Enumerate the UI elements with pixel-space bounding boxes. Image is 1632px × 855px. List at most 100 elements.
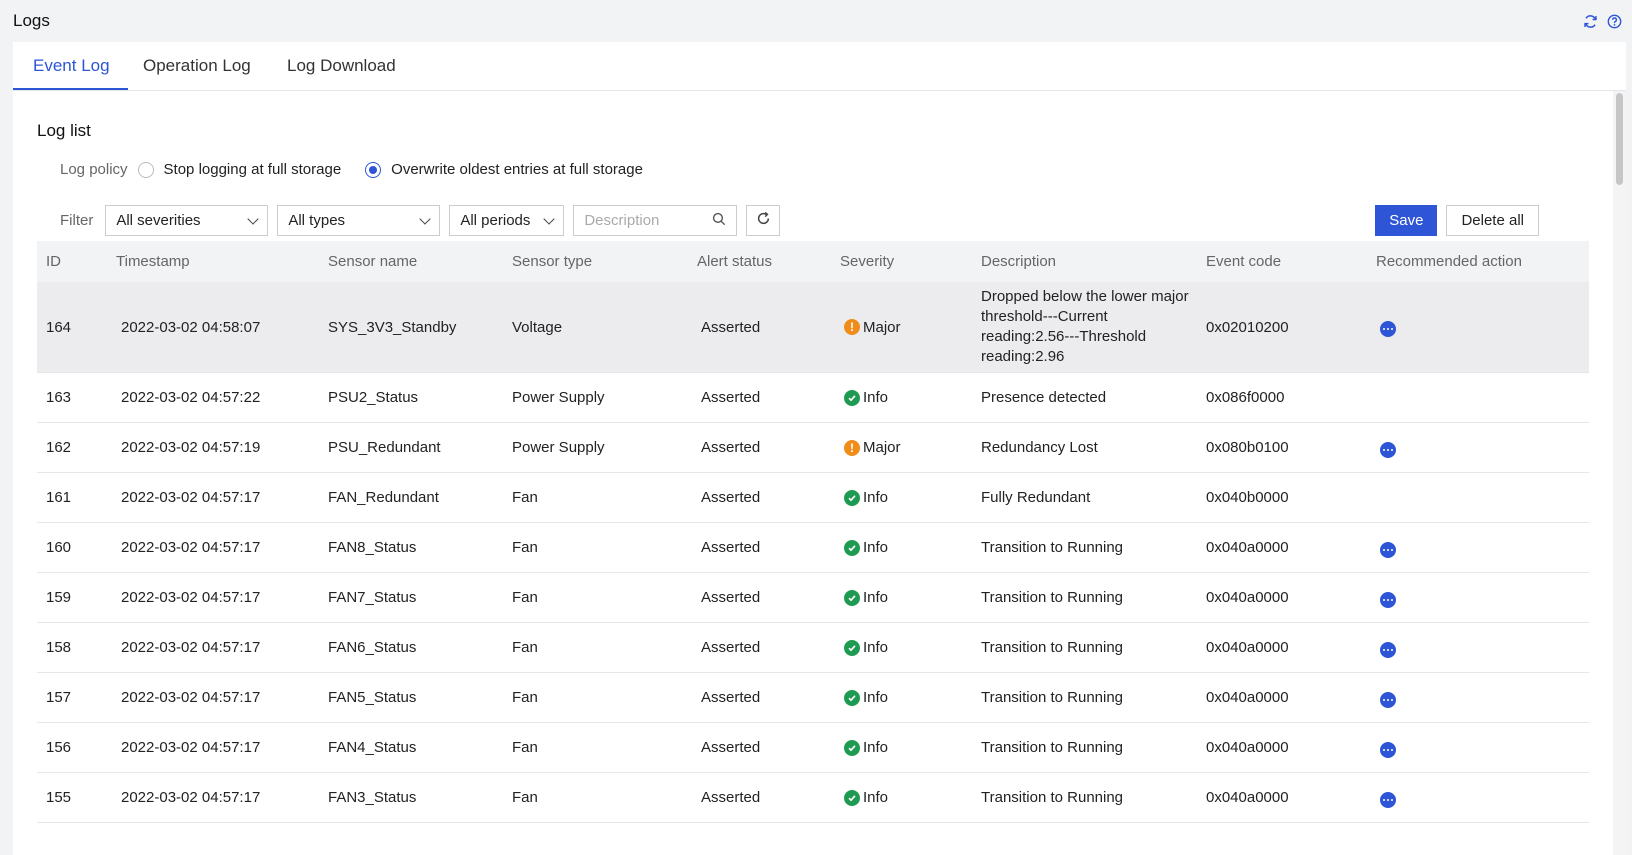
header-sensor-type: Sensor type bbox=[512, 253, 593, 270]
warning-icon: ! bbox=[844, 319, 860, 335]
severity-label: Info bbox=[863, 639, 889, 656]
cell-id: 159 bbox=[46, 589, 72, 606]
chevron-down-icon bbox=[247, 212, 260, 225]
delete-all-button[interactable]: Delete all bbox=[1446, 205, 1539, 236]
cell-id: 157 bbox=[46, 689, 72, 706]
check-circle-icon bbox=[844, 489, 860, 506]
cell-sensor-type: Fan bbox=[512, 739, 538, 756]
table-row[interactable]: 160 2022-03-02 04:57:17 FAN8_Status Fan Asse… bbox=[37, 523, 1589, 573]
help-icon[interactable] bbox=[1606, 13, 1622, 29]
check-circle-icon bbox=[844, 589, 860, 606]
more-icon[interactable] bbox=[1380, 641, 1396, 658]
severity-label: Info bbox=[863, 589, 889, 606]
check-circle-icon bbox=[844, 789, 860, 806]
table-row[interactable]: 158 2022-03-02 04:57:17 FAN6_Status Fan Asse… bbox=[37, 623, 1589, 673]
cell-alert-status: Asserted bbox=[701, 739, 761, 756]
severity-label: Info bbox=[863, 689, 889, 706]
scrollbar-thumb[interactable] bbox=[1616, 93, 1623, 185]
save-button[interactable]: Save bbox=[1375, 205, 1438, 236]
cell-severity: Info bbox=[831, 689, 972, 706]
cell-recommended-action bbox=[1367, 538, 1587, 558]
more-icon[interactable] bbox=[1380, 441, 1396, 458]
cell-alert-status: Asserted bbox=[701, 789, 761, 806]
severity-select[interactable]: All severities bbox=[105, 205, 269, 236]
cell-sensor-name: FAN4_Status bbox=[328, 739, 417, 756]
cell-id: 160 bbox=[46, 539, 72, 556]
cell-severity: Info bbox=[831, 789, 972, 806]
cell-sensor-name: SYS_3V3_Standby bbox=[328, 318, 457, 336]
cell-description: Redundancy Lost bbox=[981, 438, 1098, 456]
cell-description: Transition to Running bbox=[981, 738, 1124, 756]
tab-event-log[interactable]: Event Log bbox=[33, 56, 110, 91]
actions: Save Delete all bbox=[1375, 205, 1539, 236]
cell-sensor-name: FAN5_Status bbox=[328, 689, 417, 706]
table-row[interactable]: 163 2022-03-02 04:57:22 PSU2_Status Power S… bbox=[37, 373, 1589, 423]
tab-operation-log[interactable]: Operation Log bbox=[143, 56, 251, 91]
more-icon[interactable] bbox=[1380, 741, 1396, 758]
cell-sensor-type: Fan bbox=[512, 539, 538, 556]
type-select[interactable]: All types bbox=[277, 205, 441, 236]
table-row[interactable]: 155 2022-03-02 04:57:17 FAN3_Status Fan Asse… bbox=[37, 773, 1589, 823]
more-icon[interactable] bbox=[1380, 691, 1396, 708]
warning-icon: ! bbox=[844, 439, 860, 456]
table-row[interactable]: 156 2022-03-02 04:57:17 FAN4_Status Fan Asse… bbox=[37, 723, 1589, 773]
more-icon[interactable] bbox=[1380, 791, 1396, 808]
cell-sensor-type: Voltage bbox=[512, 318, 563, 336]
cell-severity: Info bbox=[831, 389, 972, 406]
log-policy-label: Log policy bbox=[60, 161, 128, 178]
cell-event-code: 0x086f0000 bbox=[1206, 389, 1285, 406]
check-circle-icon bbox=[844, 739, 860, 756]
radio-overwrite-oldest-label[interactable]: Overwrite oldest entries at full storage bbox=[391, 161, 643, 178]
cell-alert-status: Asserted bbox=[701, 318, 761, 336]
refresh-icon bbox=[756, 211, 771, 230]
cell-id: 161 bbox=[46, 489, 72, 506]
check-circle-icon bbox=[844, 689, 860, 706]
radio-overwrite-oldest[interactable] bbox=[365, 161, 382, 178]
cell-sensor-type: Fan bbox=[512, 639, 538, 656]
cell-sensor-type: Power Supply bbox=[512, 439, 605, 456]
header-severity: Severity bbox=[840, 253, 895, 270]
table-row[interactable]: 161 2022-03-02 04:57:17 FAN_Redundant Fan As… bbox=[37, 473, 1589, 523]
cell-sensor-name: PSU2_Status bbox=[328, 389, 419, 406]
cell-severity: ! Major bbox=[831, 319, 972, 336]
log-table: ID Timestamp Sensor name Sensor type Ale… bbox=[37, 241, 1589, 823]
radio-stop-logging[interactable] bbox=[137, 161, 154, 178]
search-input[interactable] bbox=[584, 212, 703, 229]
severity-label: Major bbox=[863, 318, 901, 336]
more-icon[interactable] bbox=[1380, 321, 1396, 337]
search-icon[interactable] bbox=[712, 212, 726, 230]
cell-sensor-type: Fan bbox=[512, 689, 538, 706]
table-row[interactable]: 162 2022-03-02 04:57:19 PSU_Redundant Power… bbox=[37, 423, 1589, 473]
cell-sensor-name: FAN6_Status bbox=[328, 639, 417, 656]
period-select[interactable]: All periods bbox=[449, 205, 565, 236]
section-title: Log list bbox=[37, 121, 91, 140]
description-search[interactable] bbox=[573, 205, 738, 236]
cell-sensor-type: Fan bbox=[512, 489, 538, 506]
table-row[interactable]: 159 2022-03-02 04:57:17 FAN7_Status Fan Asse… bbox=[37, 573, 1589, 623]
table-row[interactable]: 157 2022-03-02 04:57:17 FAN5_Status Fan Asse… bbox=[37, 673, 1589, 723]
filter-bar: Filter All severities All types All peri… bbox=[60, 205, 781, 236]
cell-event-code: 0x040a0000 bbox=[1206, 739, 1289, 756]
cell-timestamp: 2022-03-02 04:57:17 bbox=[121, 789, 261, 806]
more-icon[interactable] bbox=[1380, 591, 1396, 608]
cell-id: 158 bbox=[46, 639, 72, 656]
cell-event-code: 0x02010200 bbox=[1206, 318, 1289, 336]
refresh-button[interactable] bbox=[746, 205, 781, 236]
radio-stop-logging-label[interactable]: Stop logging at full storage bbox=[164, 161, 342, 178]
header-event-code: Event code bbox=[1206, 253, 1282, 270]
cell-timestamp: 2022-03-02 04:57:17 bbox=[121, 689, 261, 706]
refresh-icon[interactable] bbox=[1582, 13, 1598, 29]
tab-log-download[interactable]: Log Download bbox=[287, 56, 396, 91]
cell-timestamp: 2022-03-02 04:57:22 bbox=[121, 389, 261, 406]
more-icon[interactable] bbox=[1380, 541, 1396, 558]
cell-alert-status: Asserted bbox=[701, 389, 761, 406]
cell-recommended-action bbox=[1367, 638, 1587, 658]
cell-timestamp: 2022-03-02 04:57:19 bbox=[121, 439, 261, 456]
check-circle-icon bbox=[844, 639, 860, 656]
table-body: 164 2022-03-02 04:58:07 SYS_3V3_Standby Vol… bbox=[37, 282, 1589, 823]
cell-severity: Info bbox=[831, 639, 972, 656]
cell-event-code: 0x040a0000 bbox=[1206, 789, 1289, 806]
table-row[interactable]: 164 2022-03-02 04:58:07 SYS_3V3_Standby Vol… bbox=[37, 282, 1589, 373]
scrollbar[interactable] bbox=[1613, 91, 1626, 855]
cell-alert-status: Asserted bbox=[701, 439, 761, 456]
